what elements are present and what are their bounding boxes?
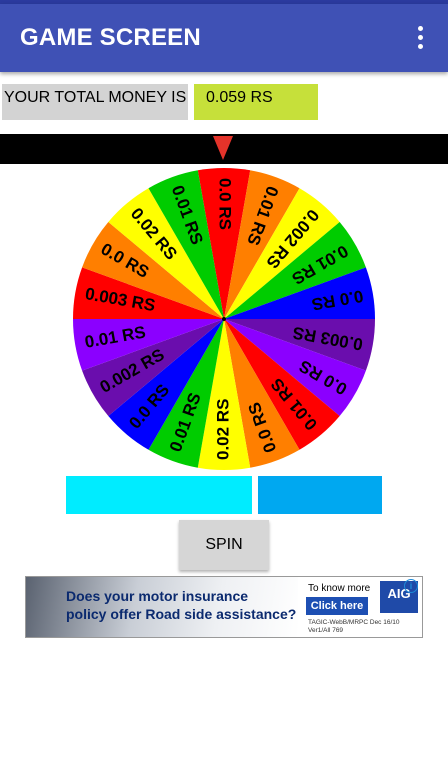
ad-fine-print-line2: Ver1/All 769: [308, 627, 344, 634]
total-money-value: 0.059 RS: [194, 84, 318, 120]
ad-know-more: To know more: [308, 583, 371, 594]
result-box-right: [258, 476, 382, 514]
wheel-hub: [222, 317, 226, 321]
ad-click-here-button[interactable]: Click here: [306, 597, 368, 615]
total-money-label: YOUR TOTAL MONEY IS: [2, 84, 188, 120]
more-vert-icon[interactable]: [408, 26, 432, 52]
ad-headline-line2: policy offer Road side assistance?: [66, 606, 297, 622]
wheel-segment-label: 0.0 RS: [216, 178, 235, 230]
ad-headline: Does your motor insurance policy offer R…: [66, 587, 306, 623]
app-bar: GAME SCREEN: [0, 4, 448, 72]
ad-fine-print-line1: TAGIC-WebB/MRPC Dec 16/10: [308, 619, 400, 626]
result-box-left: [66, 476, 252, 514]
ad-info-icon[interactable]: i: [404, 579, 418, 593]
app-title: GAME SCREEN: [20, 24, 201, 51]
wheel-pointer-icon: [213, 136, 233, 160]
ad-headline-line1: Does your motor insurance: [66, 588, 249, 604]
ad-banner[interactable]: Does your motor insurance policy offer R…: [25, 576, 423, 638]
spin-button[interactable]: SPIN: [179, 520, 269, 570]
wheel-segment-label: 0.02 RS: [213, 399, 232, 460]
prize-wheel[interactable]: 0.0 RS 0.01 RS0.002 RS0.01 RS0.0 RS0.003 …: [70, 167, 378, 471]
ad-fine-print: TAGIC-WebB/MRPC Dec 16/10 Ver1/All 769: [308, 619, 422, 635]
